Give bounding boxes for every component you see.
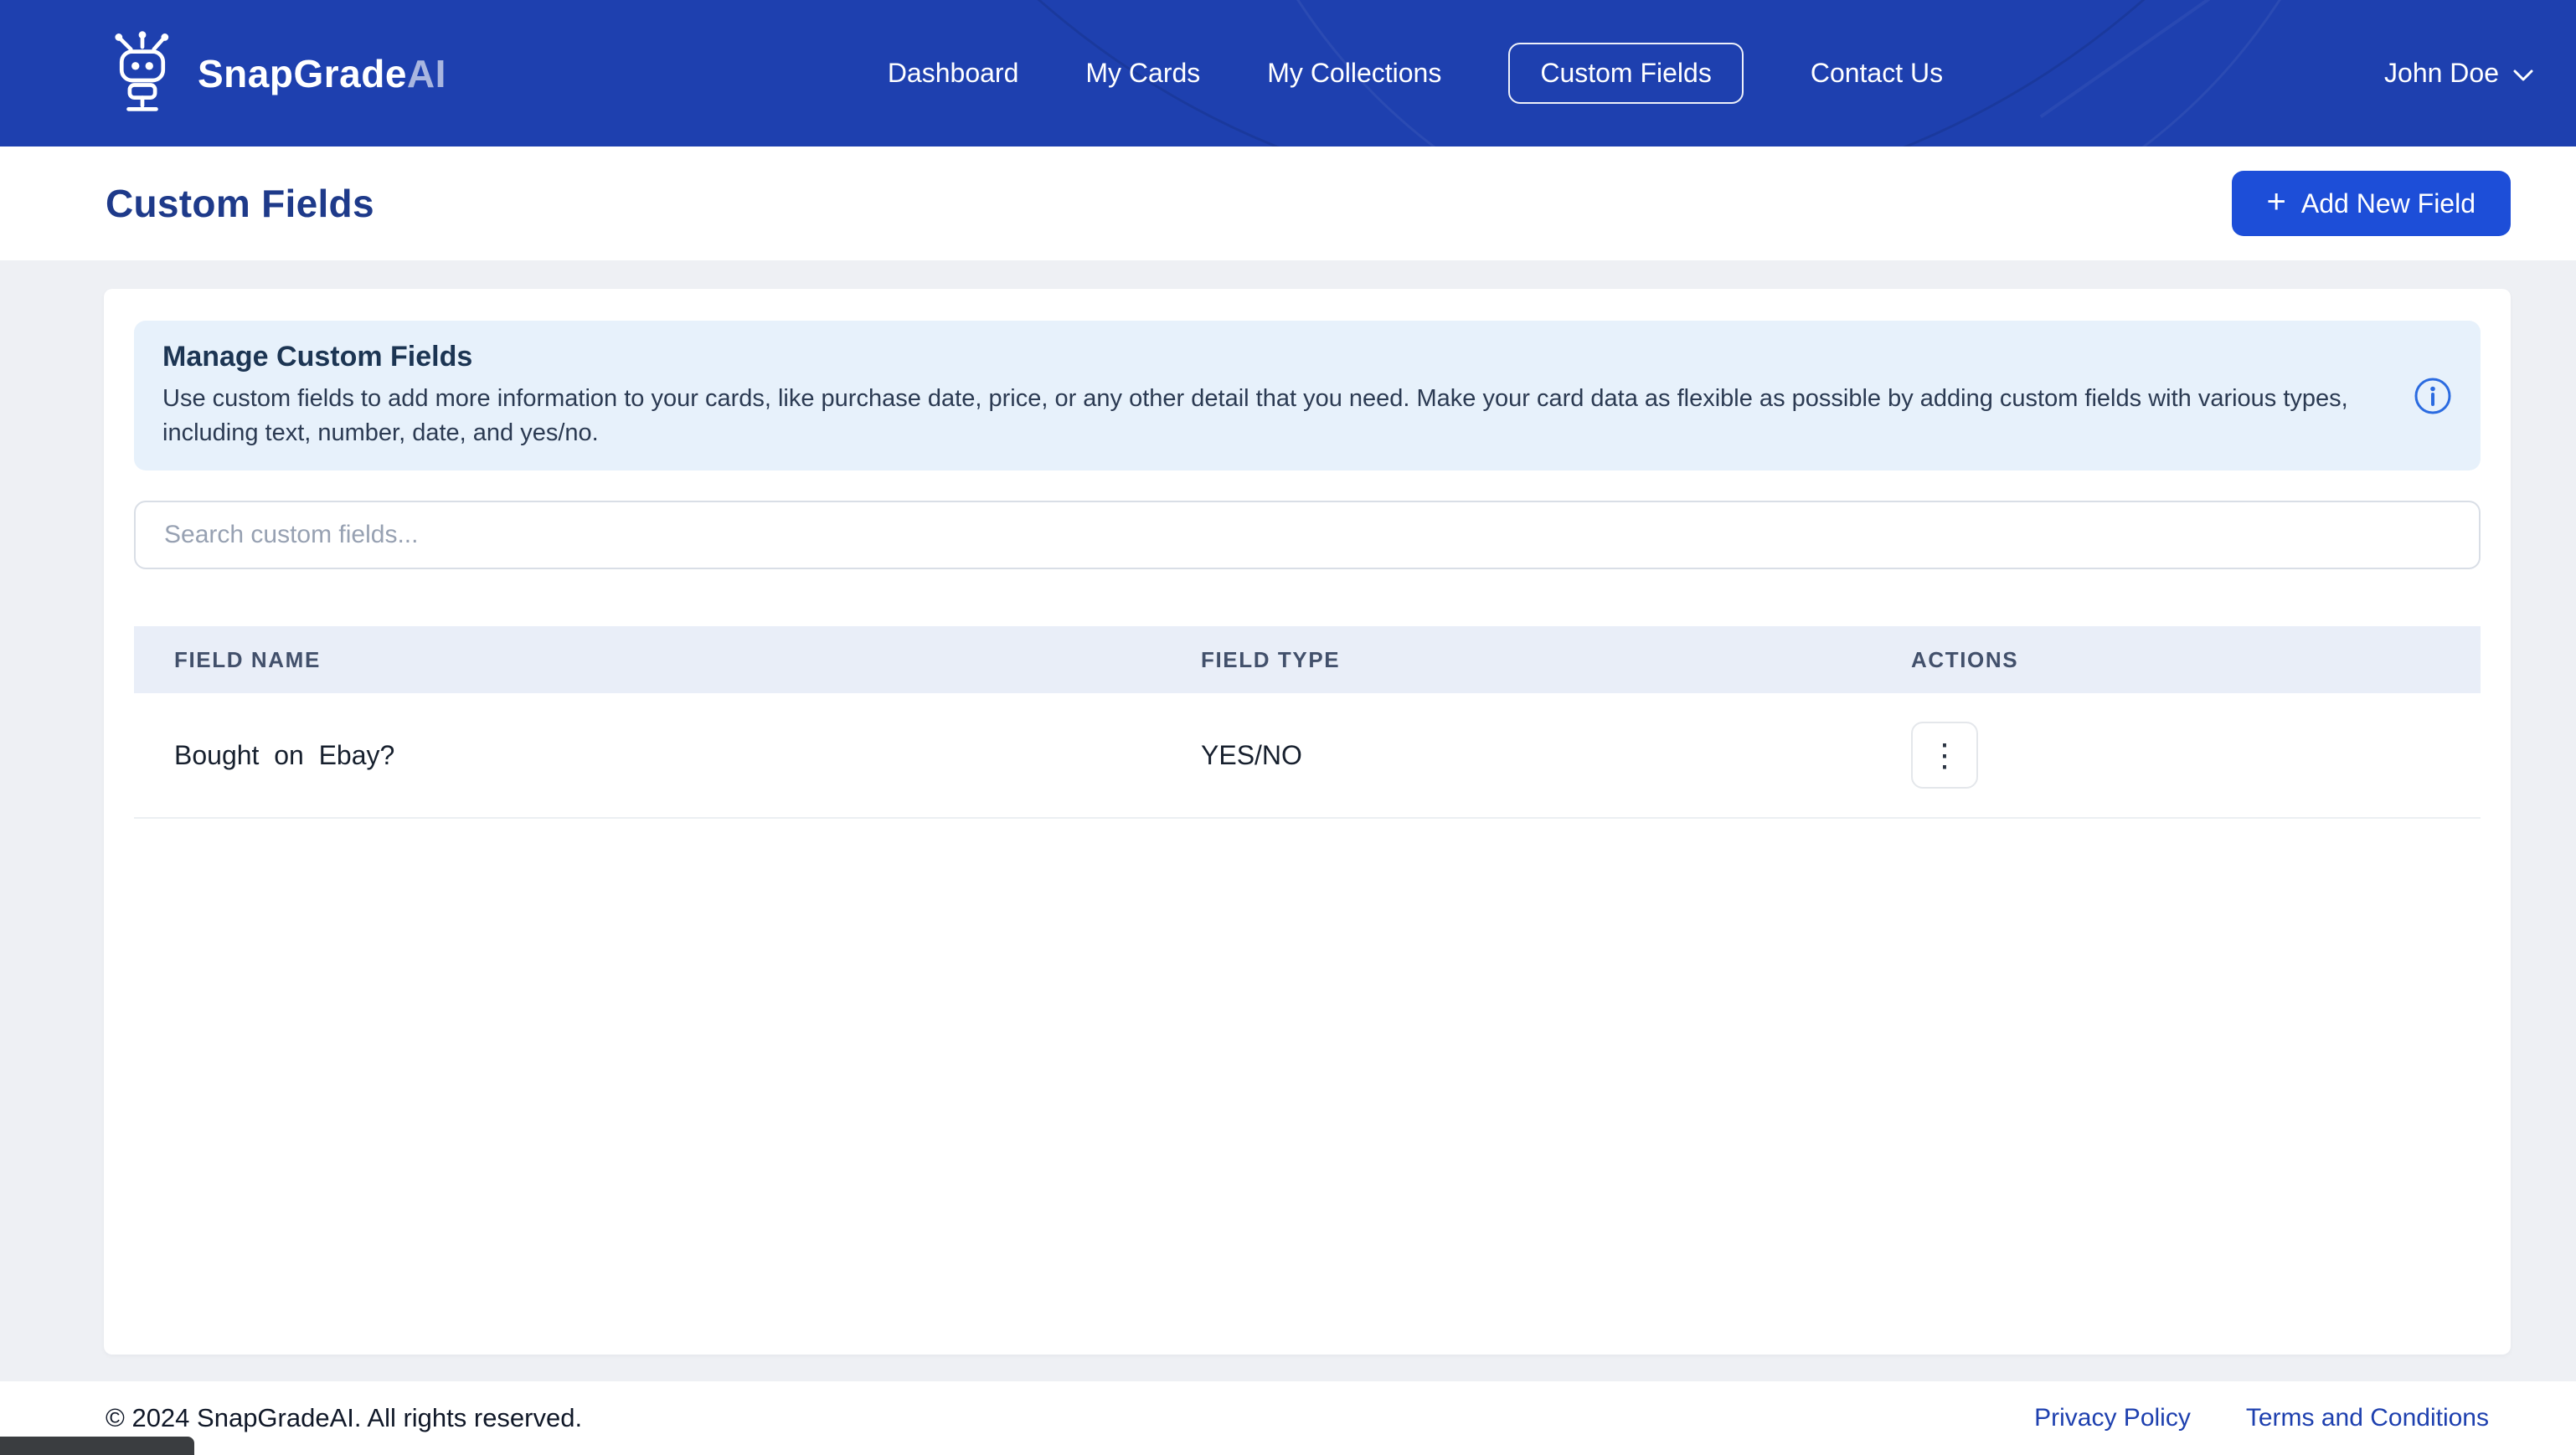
info-banner: Manage Custom Fields Use custom fields t… [134,321,2481,471]
custom-fields-table: FIELD NAME FIELD TYPE ACTIONS Bought on … [134,626,2481,820]
info-banner-description: Use custom fields to add more informatio… [162,385,2348,447]
page-header: Custom Fields + Add New Field [0,147,2576,260]
browser-status-bubble [0,1437,194,1455]
brand-name: SnapGradeAI [198,51,446,95]
custom-fields-card: Manage Custom Fields Use custom fields t… [104,289,2511,1355]
nav-item-contact-us[interactable]: Contact Us [1811,44,1943,102]
nav-item-my-collections[interactable]: My Collections [1267,44,1441,102]
chevron-down-icon [2512,58,2534,89]
page-title: Custom Fields [106,182,374,225]
footer: © 2024 SnapGradeAI. All rights reserved.… [0,1381,2576,1455]
cell-actions: ⋮ [1871,722,2481,789]
table-row: Bought on Ebay? YES/NO ⋮ [134,693,2481,820]
plus-icon: + [2266,183,2286,220]
cell-field-type: YES/NO [1201,739,1302,770]
column-header-actions: ACTIONS [1911,646,2019,672]
cell-field-name: Bought on Ebay? [174,739,395,770]
kebab-icon: ⋮ [1929,738,1960,774]
main-content: Manage Custom Fields Use custom fields t… [0,260,2576,1381]
nav-item-dashboard[interactable]: Dashboard [888,44,1019,102]
nav-item-custom-fields[interactable]: Custom Fields [1508,43,1744,104]
search-input[interactable] [134,501,2481,570]
terms-and-conditions-link[interactable]: Terms and Conditions [2246,1404,2489,1432]
info-banner-title: Manage Custom Fields [162,341,473,373]
row-actions-button[interactable]: ⋮ [1911,722,1978,789]
column-header-field-name: FIELD NAME [174,646,321,672]
user-name: John Doe [2384,58,2499,88]
main-nav: Dashboard My Cards My Collections Custom… [446,43,2384,104]
info-circle-icon[interactable] [2414,377,2452,415]
footer-links: Privacy Policy Terms and Conditions [2034,1404,2489,1432]
add-new-field-label: Add New Field [2300,188,2476,219]
copyright-text: © 2024 SnapGradeAI. All rights reserved. [106,1403,583,1432]
robot-icon [106,29,179,117]
info-banner-body: Manage Custom Fields Use custom fields t… [162,341,2385,450]
add-new-field-button[interactable]: + Add New Field [2231,171,2511,236]
user-menu[interactable]: John Doe [2384,58,2534,89]
top-navbar: SnapGradeAI Dashboard My Cards My Collec… [0,0,2576,147]
nav-item-my-cards[interactable]: My Cards [1085,44,1200,102]
brand-logo[interactable]: SnapGradeAI [106,29,446,117]
column-header-field-type: FIELD TYPE [1201,646,1341,672]
table-header-row: FIELD NAME FIELD TYPE ACTIONS [134,626,2481,694]
privacy-policy-link[interactable]: Privacy Policy [2034,1404,2191,1432]
